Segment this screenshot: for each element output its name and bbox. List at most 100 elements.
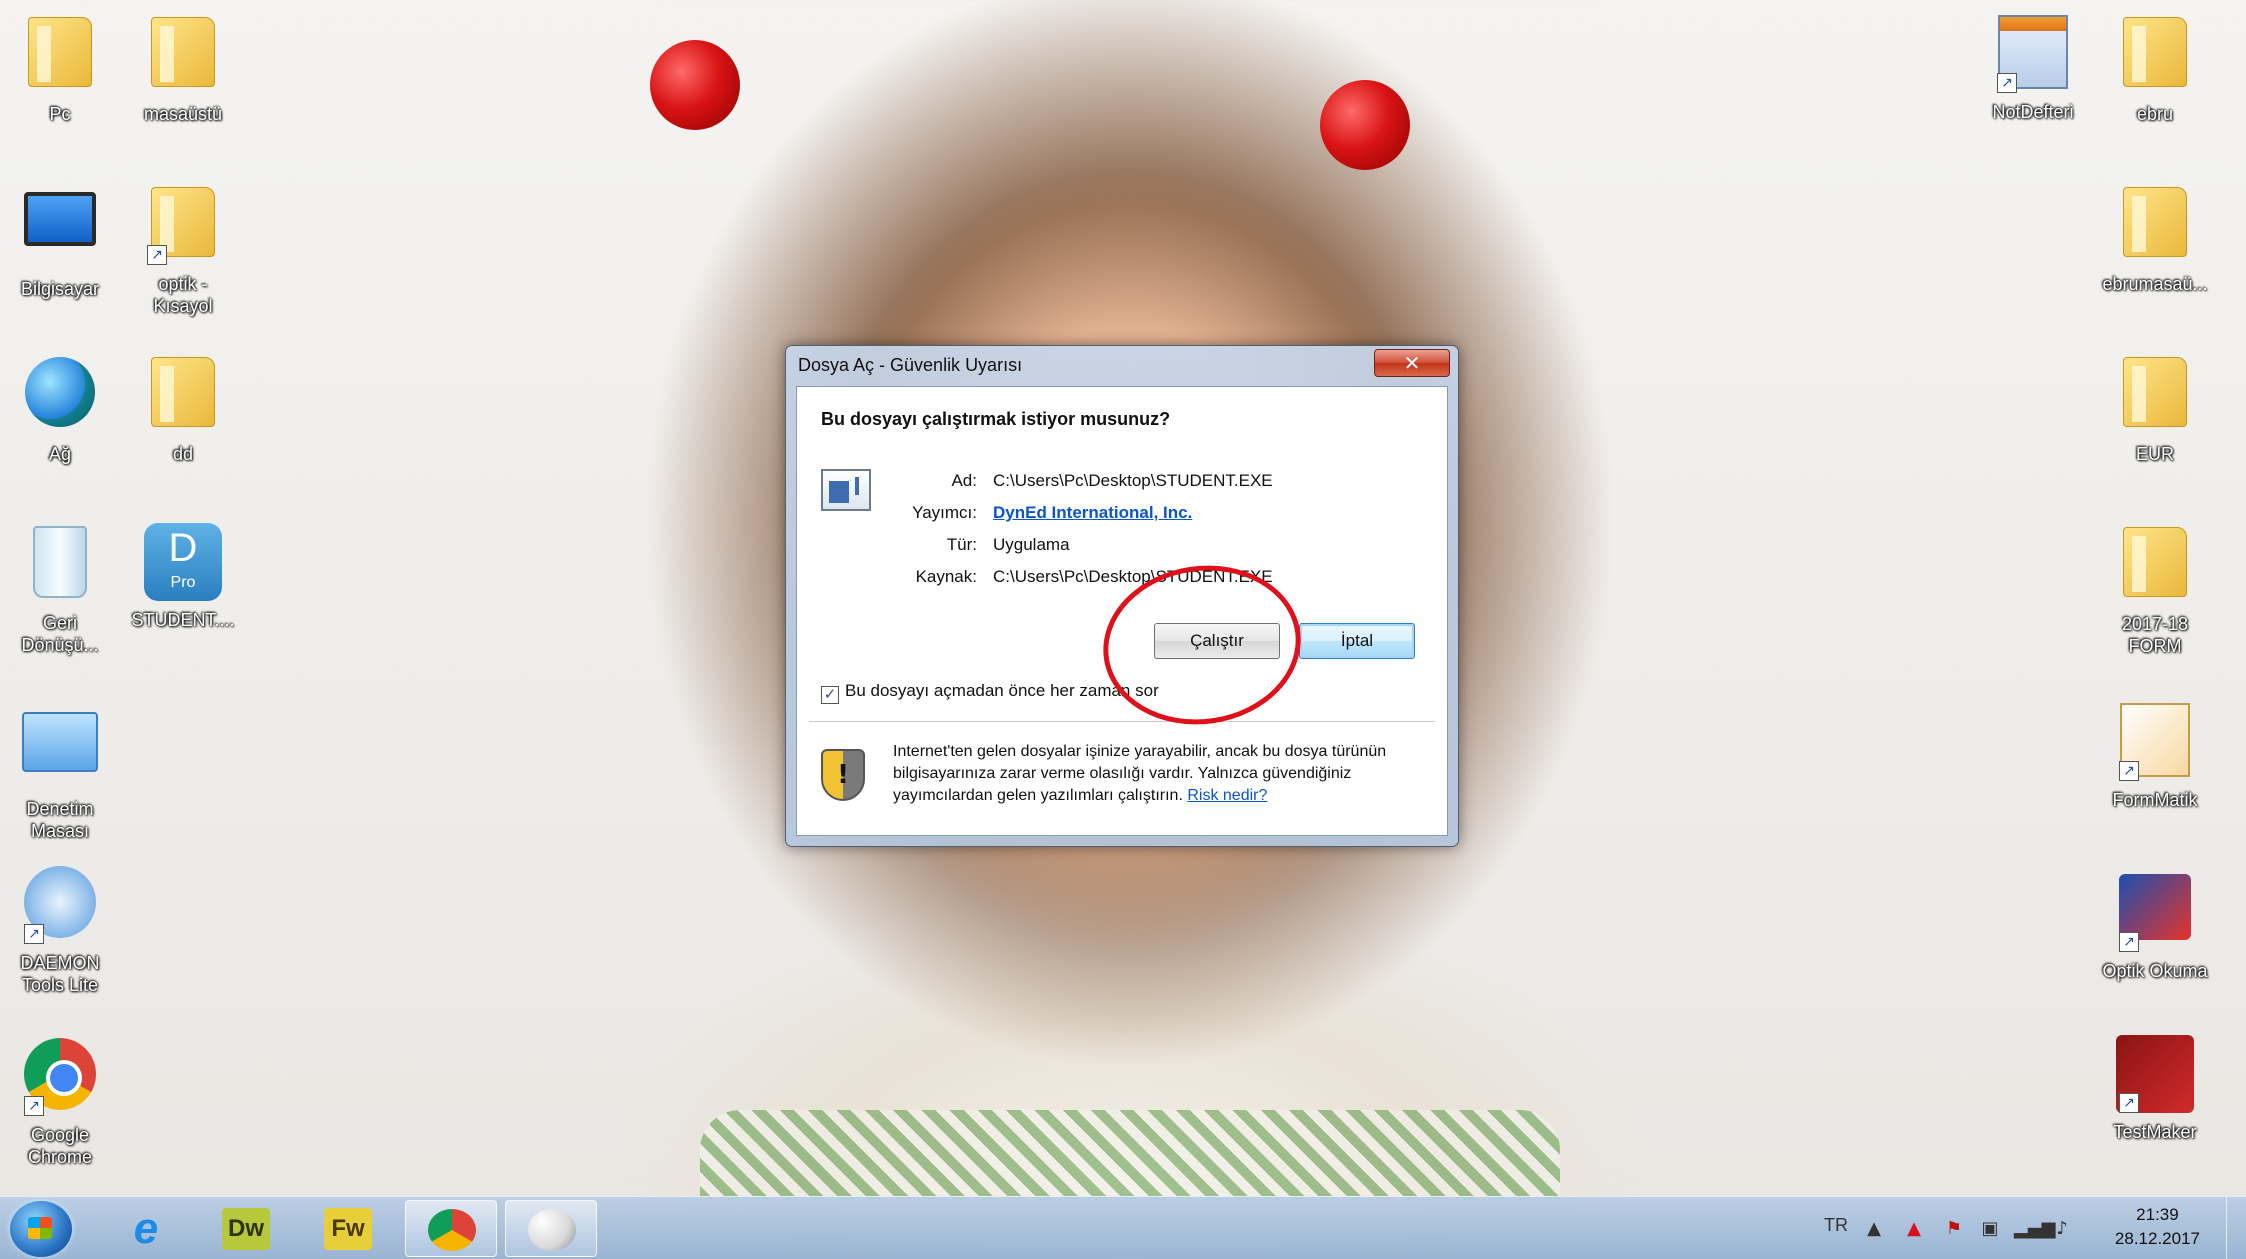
property-key: Tür: — [946, 535, 977, 554]
property-key: Ad: — [951, 471, 977, 490]
security-warning-dialog: Dosya Aç - Güvenlik Uyarısı ✕ Bu dosyayı… — [785, 345, 1459, 847]
desktop-icon-daemon-tools[interactable]: ↗ DAEMON Tools Lite — [0, 862, 125, 996]
wallpaper-bow-right — [1320, 80, 1410, 170]
desktop-icon-notdefteri[interactable]: ↗ NotDefteri — [1968, 12, 2098, 123]
chrome-icon — [428, 1209, 476, 1251]
device-icon[interactable]: ▣ — [1978, 1217, 2002, 1241]
desktop-icon-testmaker[interactable]: ↗ TestMaker — [2090, 1034, 2220, 1143]
desktop-icon-formmatik[interactable]: ↗ FormMatik — [2090, 700, 2220, 811]
dialog-question: Bu dosyayı çalıştırmak istiyor musunuz? — [821, 409, 1171, 429]
desktop-icon-label: NotDefteri — [1992, 102, 2074, 122]
formmatik-icon: ↗ — [2115, 703, 2195, 783]
desktop-icon-google-chrome[interactable]: ↗ Google Chrome — [0, 1034, 125, 1168]
taskbar-app-paint[interactable] — [505, 1200, 597, 1257]
desktop-icon-label: Geri Dönüşü... — [21, 613, 99, 655]
desktop-icon-ebru[interactable]: ebru — [2090, 12, 2220, 125]
antivirus-icon[interactable]: ▲ — [1902, 1217, 1926, 1241]
desktop-icon-label: ebru — [2136, 104, 2174, 124]
clock-date: 28.12.2017 — [2114, 1229, 2200, 1248]
volume-icon[interactable]: ♪ — [2050, 1217, 2074, 1241]
desktop-icon-bilgisayar[interactable]: Bilgisayar — [0, 182, 125, 300]
notepad-icon: ↗ — [1993, 15, 2073, 95]
desktop-icon-label: Pc — [49, 104, 71, 124]
desktop-icon-label: Ağ — [48, 444, 72, 464]
always-ask-checkbox[interactable]: ✓ — [821, 686, 839, 704]
daemon-tools-icon: ↗ — [20, 866, 100, 946]
desktop-icon-label: EUR — [2135, 444, 2174, 464]
warning-text: Internet'ten gelen dosyalar işinize yara… — [893, 743, 1387, 804]
taskbar-app-internet-explorer[interactable]: e — [100, 1200, 192, 1257]
show-desktop-button[interactable] — [2226, 1197, 2246, 1259]
dialog-titlebar[interactable]: Dosya Aç - Güvenlik Uyarısı ✕ — [786, 346, 1458, 382]
paint-icon — [528, 1209, 576, 1251]
desktop-icon-2017-18-form[interactable]: 2017-18 FORM — [2090, 522, 2220, 657]
computer-icon — [20, 192, 100, 272]
desktop-icon-optik-kisayol[interactable]: ↗ optik - Kısayol — [118, 182, 248, 317]
desktop-icon-label: FormMatik — [2112, 790, 2198, 810]
property-value: C:\Users\Pc\Desktop\STUDENT.EXE — [993, 471, 1273, 490]
always-ask-checkbox-row[interactable]: ✓ Bu dosyayı açmadan önce her zaman sor — [821, 681, 1159, 704]
taskbar-app-dreamweaver[interactable]: Dw — [200, 1200, 292, 1257]
testmaker-icon: ↗ — [2115, 1035, 2195, 1115]
desktop-icon-ebrumasau[interactable]: ebrumasaü... — [2090, 182, 2220, 295]
dreamweaver-icon: Dw — [222, 1208, 270, 1250]
folder-icon — [143, 17, 223, 97]
dyned-pro-icon: D Pro — [143, 523, 223, 603]
fireworks-icon: Fw — [324, 1208, 372, 1250]
property-key: Yayımcı: — [912, 503, 977, 522]
desktop-icon-masaustu[interactable]: masaüstü — [118, 12, 248, 125]
clock[interactable]: 21:39 28.12.2017 — [2115, 1203, 2200, 1251]
network-globe-icon — [20, 357, 100, 437]
desktop-icon-ag[interactable]: Ağ — [0, 352, 125, 465]
desktop-icon-student[interactable]: D Pro STUDENT.... — [118, 522, 248, 631]
start-button[interactable] — [10, 1201, 72, 1257]
desktop-icon-pc[interactable]: Pc — [0, 12, 125, 125]
desktop-icon-recycle-bin[interactable]: Geri Dönüşü... — [0, 522, 125, 656]
show-hidden-icons-icon[interactable]: ▲ — [1862, 1217, 1886, 1241]
system-tray: TR ▲ ▲ ⚑ ▣ ▂▄▆ ♪ 21:39 28.12.2017 — [1824, 1197, 2246, 1259]
dyned-icon-sub: Pro — [170, 574, 196, 591]
desktop-icon-label: Bilgisayar — [20, 279, 100, 299]
property-row-publisher: Yayımcı: DynEd International, Inc. — [887, 497, 1273, 529]
property-row-name: Ad: C:\Users\Pc\Desktop\STUDENT.EXE — [887, 465, 1273, 497]
desktop-icon-label: TestMaker — [2113, 1122, 2197, 1142]
always-ask-label: Bu dosyayı açmadan önce her zaman sor — [845, 681, 1159, 700]
dialog-title: Dosya Aç - Güvenlik Uyarısı — [798, 355, 1023, 375]
dyned-icon-letter: D — [168, 526, 198, 570]
close-button[interactable]: ✕ — [1374, 349, 1450, 377]
publisher-link[interactable]: DynEd International, Inc. — [993, 503, 1192, 522]
taskbar-app-chrome[interactable] — [405, 1200, 497, 1257]
network-signal-icon[interactable]: ▂▄▆ — [2014, 1217, 2056, 1241]
desktop-icon-dd[interactable]: dd — [118, 352, 248, 465]
folder-icon — [2115, 527, 2195, 607]
desktop-icon-label: DAEMON Tools Lite — [20, 953, 100, 995]
folder-icon — [2115, 187, 2195, 267]
desktop-icon-label: STUDENT.... — [131, 610, 235, 630]
control-panel-icon — [20, 712, 100, 792]
desktop-icon-eur[interactable]: EUR — [2090, 352, 2220, 465]
wallpaper-bow-left — [650, 40, 740, 130]
desktop-icon-denetim-masasi[interactable]: Denetim Masası — [0, 702, 125, 842]
wallpaper-dress — [700, 1110, 1560, 1200]
close-icon: ✕ — [1403, 351, 1421, 375]
desktop-icon-label: ebrumasaü... — [2102, 274, 2208, 294]
optik-okuma-icon: ↗ — [2115, 874, 2195, 954]
cancel-button[interactable]: İptal — [1299, 623, 1415, 659]
user-folder-icon — [20, 17, 100, 97]
desktop-icon-label: Denetim Masası — [26, 799, 94, 841]
desktop-icon-label: masaüstü — [143, 104, 223, 124]
property-key: Kaynak: — [915, 567, 977, 586]
language-indicator[interactable]: TR — [1824, 1215, 1848, 1236]
desktop-icon-optik-okuma[interactable]: ↗ Optik Okuma — [2090, 866, 2220, 982]
recycle-bin-icon — [20, 526, 100, 606]
chrome-icon: ↗ — [20, 1038, 100, 1118]
property-row-type: Tür: Uygulama — [887, 529, 1273, 561]
risk-link[interactable]: Risk nedir? — [1187, 787, 1267, 804]
folder-icon — [2115, 17, 2195, 97]
taskbar-app-fireworks[interactable]: Fw — [302, 1200, 394, 1257]
internet-explorer-icon: e — [133, 1204, 159, 1253]
desktop-icon-label: optik - Kısayol — [153, 274, 213, 316]
clock-time: 21:39 — [2136, 1205, 2179, 1224]
flag-icon[interactable]: ⚑ — [1942, 1217, 1966, 1241]
desktop-icon-label: Google Chrome — [27, 1125, 93, 1167]
